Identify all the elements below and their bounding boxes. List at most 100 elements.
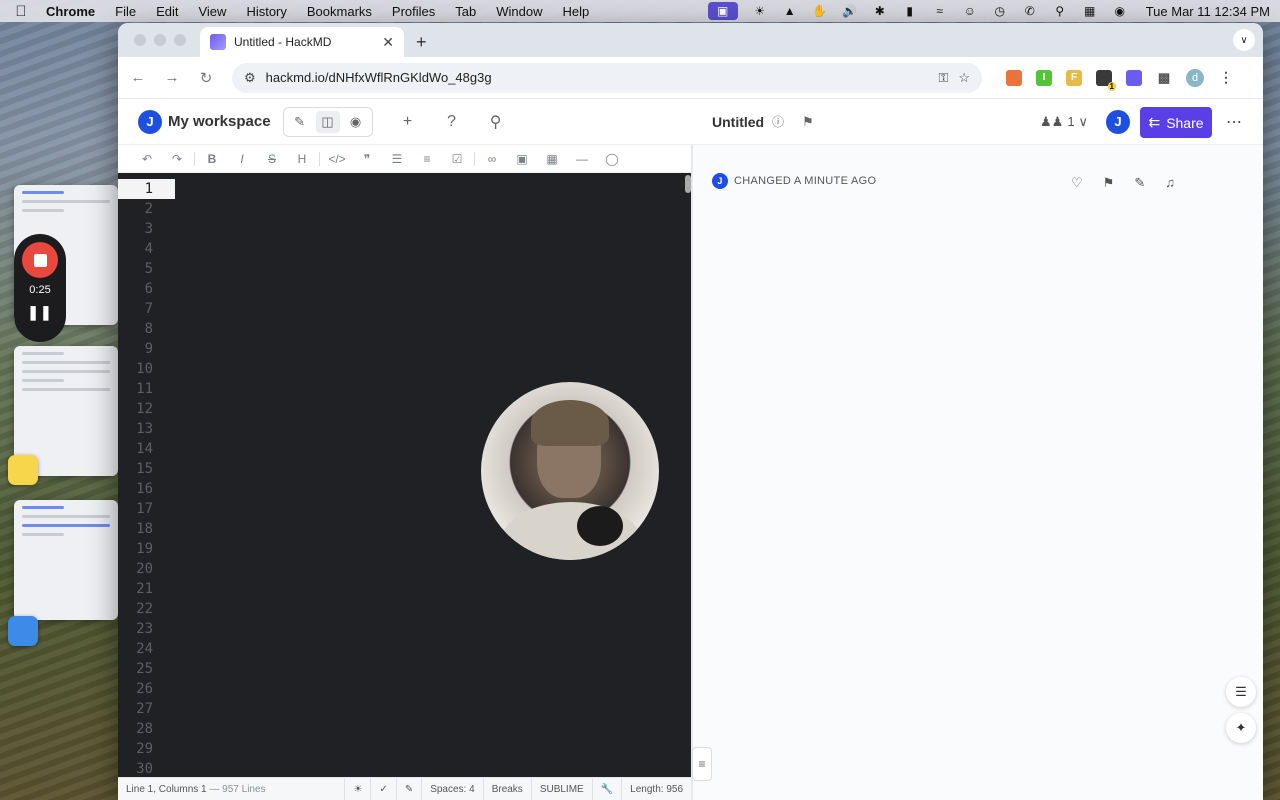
new-note-plus-icon[interactable]: +	[399, 113, 417, 131]
forward-icon[interactable]: →	[164, 69, 180, 86]
checklist-icon[interactable]: ☑	[442, 152, 472, 166]
puzzle-extensions-icon[interactable]: ▩	[1156, 70, 1172, 86]
redo-icon[interactable]: ↷	[162, 152, 192, 166]
close-window-button[interactable]	[134, 34, 146, 46]
drive-icon[interactable]: ▲	[782, 4, 798, 18]
author-avatar[interactable]: J	[712, 173, 728, 189]
strikethrough-icon[interactable]: S	[257, 152, 287, 166]
menu-tab[interactable]: Tab	[455, 4, 476, 19]
siri-icon[interactable]: ◉	[1112, 4, 1128, 18]
numbered-list-icon[interactable]: ≡	[412, 152, 442, 166]
new-tab-button[interactable]: +	[416, 27, 427, 57]
bookmark-star-icon[interactable]: ☆	[958, 70, 970, 86]
close-tab-icon[interactable]: ✕	[382, 34, 394, 51]
heart-icon[interactable]: ♡	[1071, 175, 1083, 191]
gesture-icon[interactable]: ✋	[812, 4, 828, 18]
menu-window[interactable]: Window	[496, 4, 542, 19]
check-icon[interactable]: ✓	[370, 777, 395, 800]
wrench-icon[interactable]: 🔧	[591, 777, 621, 800]
quote-icon[interactable]: ❞	[352, 152, 382, 166]
search-icon[interactable]: ⚲	[487, 112, 505, 132]
webcam-overlay[interactable]	[481, 382, 659, 560]
menu-app-name[interactable]: Chrome	[46, 4, 95, 19]
password-key-icon[interactable]: ⚿	[938, 70, 948, 86]
bold-icon[interactable]: B	[197, 152, 227, 166]
image-icon[interactable]: ▣	[507, 152, 537, 166]
address-bar[interactable]: ⚙ hackmd.io/dNHfxWflRnGKldWo_48g3g ⚿ ☆	[232, 62, 982, 93]
zoom-window-button[interactable]	[174, 34, 186, 46]
line-breaks[interactable]: Breaks	[482, 777, 531, 800]
menu-help[interactable]: Help	[563, 4, 590, 19]
stop-recording-button[interactable]	[22, 242, 58, 278]
help-question-icon[interactable]: ?	[443, 113, 461, 131]
metamask-extension-icon[interactable]	[1006, 69, 1022, 86]
menu-file[interactable]: File	[115, 4, 136, 19]
spotlight-search-icon[interactable]: ⚲	[1052, 4, 1068, 18]
wifi-icon[interactable]: ≈	[932, 4, 948, 18]
brush-icon[interactable]: ✎	[395, 777, 421, 800]
edit-mode-pencil-icon[interactable]: ✎	[288, 111, 312, 133]
chrome-menu-icon[interactable]: ⋮	[1218, 69, 1234, 86]
edit-pencil-icon[interactable]: ✎	[1134, 175, 1145, 191]
battery-icon[interactable]: ▮	[902, 4, 918, 18]
notes-app-icon[interactable]	[8, 455, 38, 485]
stage-window-thumbnail-3[interactable]	[14, 500, 118, 620]
bookmark-icon[interactable]: ⚑	[1103, 175, 1115, 191]
brightness-icon[interactable]: ☀	[752, 4, 768, 18]
safari-app-icon[interactable]	[8, 616, 38, 646]
lightbulb-icon[interactable]: ☀	[344, 777, 370, 800]
back-icon[interactable]: ←	[130, 69, 146, 86]
user-icon[interactable]: ☺	[962, 4, 978, 18]
green-extension-icon[interactable]: I	[1036, 69, 1052, 86]
preview-eye-icon[interactable]: ◉	[344, 111, 368, 133]
code-editor[interactable]: 1 2 3 4 5 6 7 8 9 10 11 12 13 14 15 16 1…	[118, 173, 691, 777]
control-center-icon[interactable]: ▦	[1082, 4, 1098, 18]
undo-icon[interactable]: ↶	[132, 152, 162, 166]
apple-menu-icon[interactable]: 	[10, 3, 32, 20]
time-machine-icon[interactable]: ◷	[992, 4, 1008, 18]
minimize-window-button[interactable]	[154, 34, 166, 46]
phone-icon[interactable]: ✆	[1022, 4, 1038, 18]
pause-recording-button[interactable]: ❚❚	[27, 304, 52, 321]
menu-bookmarks[interactable]: Bookmarks	[307, 4, 372, 19]
reload-icon[interactable]: ↻	[198, 69, 214, 87]
volume-icon[interactable]: 🔊	[842, 4, 858, 18]
italic-icon[interactable]: I	[227, 152, 257, 166]
bullet-list-icon[interactable]: ☰	[382, 152, 412, 166]
link-icon[interactable]: ∞	[477, 152, 507, 166]
screen-record-icon[interactable]: ▣	[707, 2, 738, 20]
workspace-avatar[interactable]: J	[138, 109, 162, 134]
split-view-icon[interactable]: ◫	[315, 110, 340, 133]
tag-icon[interactable]: ⚑	[802, 114, 814, 130]
bluetooth-icon[interactable]: ✱	[872, 4, 888, 18]
share-button[interactable]: ⇇ Share	[1140, 107, 1212, 138]
horizontal-rule-icon[interactable]: —	[567, 152, 597, 166]
keymap-selector[interactable]: SUBLIME	[530, 777, 592, 800]
menu-view[interactable]: View	[198, 4, 226, 19]
document-title[interactable]: Untitled	[712, 114, 764, 130]
heading-icon[interactable]: H	[287, 152, 317, 166]
site-settings-icon[interactable]: ⚙	[244, 70, 256, 86]
viewers-dropdown[interactable]: ♟♟ 1 ∨	[1040, 114, 1088, 130]
table-of-contents-icon[interactable]: ☰	[1226, 677, 1256, 707]
url-text[interactable]: hackmd.io/dNHfxWflRnGKldWo_48g3g	[266, 70, 929, 85]
ai-sparkle-icon[interactable]: ✦	[1226, 713, 1256, 743]
indent-spaces[interactable]: Spaces: 4	[421, 777, 482, 800]
menu-edit[interactable]: Edit	[156, 4, 178, 19]
layers-extension-icon[interactable]	[1126, 69, 1142, 86]
code-icon[interactable]: </>	[322, 152, 352, 166]
table-icon[interactable]: ▦	[537, 152, 567, 166]
tab-search-chevron-icon[interactable]: ∨	[1233, 29, 1255, 51]
bell-icon[interactable]: ♫	[1165, 175, 1175, 191]
profile-avatar[interactable]: d	[1186, 68, 1204, 87]
comment-icon[interactable]: ◯	[597, 152, 627, 166]
workspace-name[interactable]: My workspace	[168, 113, 271, 130]
info-icon[interactable]: ⓘ	[772, 113, 784, 130]
tab-hackmd[interactable]: Untitled - HackMD ✕	[200, 27, 404, 57]
menubar-clock[interactable]: Tue Mar 11 12:34 PM	[1146, 4, 1270, 19]
menu-history[interactable]: History	[246, 4, 286, 19]
menu-profiles[interactable]: Profiles	[392, 4, 435, 19]
badge-extension-icon[interactable]: 1	[1096, 69, 1116, 91]
more-options-icon[interactable]: ⋯	[1226, 112, 1242, 132]
user-avatar[interactable]: J	[1106, 109, 1130, 134]
